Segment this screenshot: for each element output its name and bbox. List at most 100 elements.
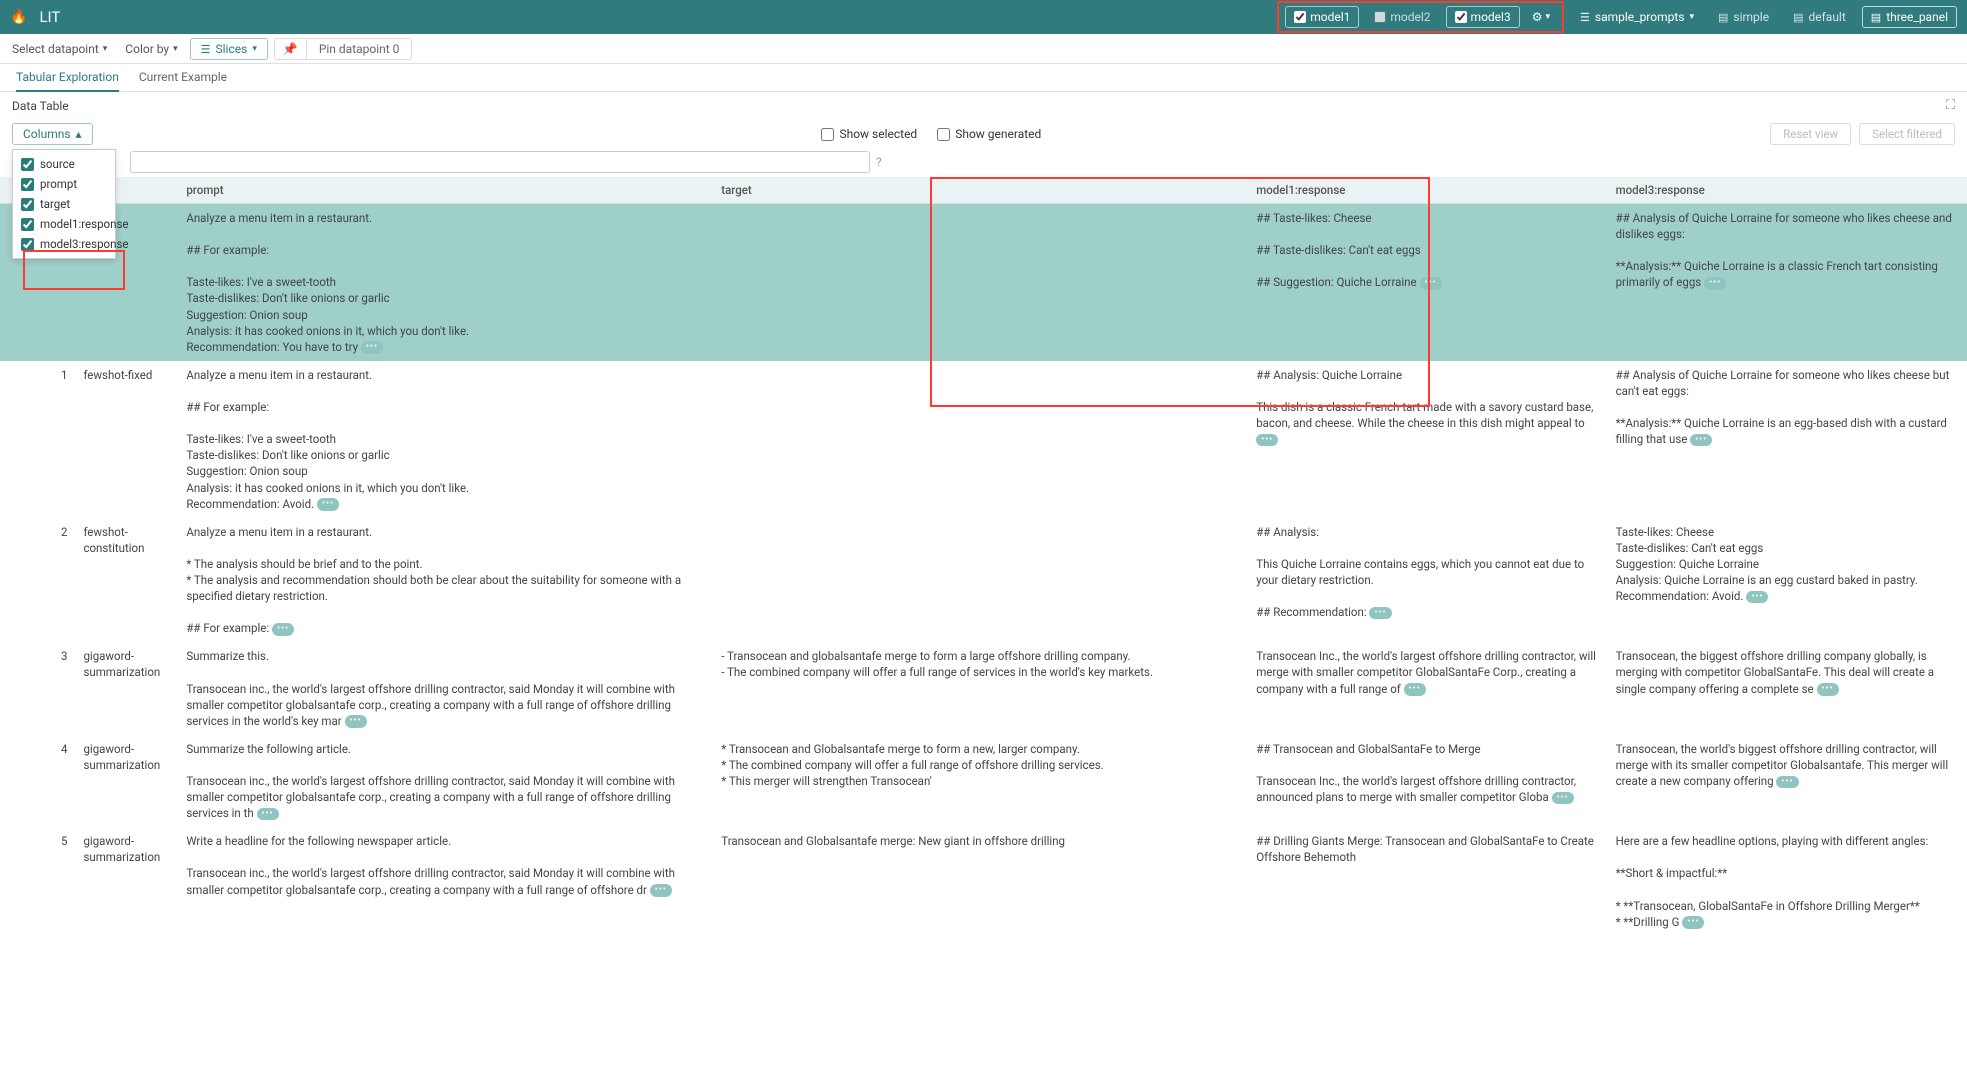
panel-header: Data Table ⛶	[0, 92, 1967, 119]
col-check-prompt[interactable]	[21, 178, 34, 191]
layout-simple-label: simple	[1733, 10, 1769, 24]
col-label: prompt	[40, 177, 77, 191]
select-filtered-button[interactable]: Select filtered	[1859, 123, 1955, 145]
layout-default[interactable]: default	[1785, 7, 1854, 27]
select-datapoint-dropdown[interactable]: Select datapoint	[6, 39, 113, 59]
cell-model1-response: ## Taste-likes: Cheese ## Taste-dislikes…	[1248, 204, 1607, 361]
expand-icon[interactable]: ⛶	[1946, 98, 1955, 113]
cell-model3-response: ## Analysis of Quiche Lorraine for someo…	[1608, 361, 1967, 518]
col-check-source[interactable]	[21, 158, 34, 171]
more-icon[interactable]	[1404, 683, 1426, 696]
search-row: ?	[0, 149, 1967, 177]
more-icon[interactable]	[1776, 776, 1798, 789]
model2-chip[interactable]: model2	[1365, 6, 1439, 28]
table-row[interactable]: Analyze a menu item in a restaurant. ## …	[0, 204, 1967, 361]
header-model1-response[interactable]: model1:response	[1248, 177, 1607, 204]
model1-checkbox[interactable]	[1294, 11, 1306, 23]
model2-label: model2	[1390, 10, 1430, 24]
header-prompt[interactable]: prompt	[178, 177, 713, 204]
show-generated-toggle[interactable]: Show generated	[937, 127, 1041, 141]
cell-model1-response: ## Analysis: Quiche Lorraine This dish i…	[1248, 361, 1607, 518]
tab-current-example[interactable]: Current Example	[139, 64, 227, 91]
layout-default-label: default	[1808, 10, 1845, 24]
layout-three-panel-label: three_panel	[1886, 10, 1948, 24]
cell-target	[713, 204, 1248, 361]
col-label: target	[40, 197, 70, 211]
more-icon[interactable]	[1746, 591, 1768, 604]
header-target[interactable]: target	[713, 177, 1248, 204]
slices-label: Slices	[216, 42, 248, 56]
show-generated-checkbox[interactable]	[937, 128, 950, 141]
cell-model1-response: ## Transocean and GlobalSantaFe to Merge…	[1248, 735, 1607, 827]
more-icon[interactable]	[361, 341, 383, 354]
table-row[interactable]: 3gigaword-summarizationSummarize this. T…	[0, 642, 1967, 734]
more-icon[interactable]	[272, 623, 294, 636]
slices-icon	[201, 42, 211, 56]
layout-simple[interactable]: simple	[1710, 7, 1777, 27]
columns-button[interactable]: Columns ▴	[12, 123, 93, 145]
cell-target	[713, 361, 1248, 518]
more-icon[interactable]	[345, 715, 367, 728]
more-icon[interactable]	[1256, 434, 1278, 447]
show-selected-checkbox[interactable]	[821, 128, 834, 141]
more-icon[interactable]	[1369, 607, 1391, 620]
cell-source: fewshot-constitution	[75, 518, 178, 643]
reset-view-button[interactable]: Reset view	[1770, 123, 1851, 145]
col-label: model3:response	[40, 237, 129, 251]
search-input[interactable]	[130, 151, 870, 173]
col-item-model3-response[interactable]: model3:response	[13, 234, 115, 254]
pin-datapoint-group[interactable]: 📌 Pin datapoint 0	[274, 38, 413, 60]
show-selected-toggle[interactable]: Show selected	[821, 127, 917, 141]
dataset-selector[interactable]: sample_prompts	[1572, 7, 1702, 27]
col-item-prompt[interactable]: prompt	[13, 174, 115, 194]
more-icon[interactable]	[1704, 277, 1726, 290]
columns-label: Columns	[23, 127, 71, 141]
col-item-source[interactable]: source	[13, 154, 115, 174]
settings-dropdown[interactable]: ⚙	[1526, 7, 1556, 27]
table-row[interactable]: 5gigaword-summarizationWrite a headline …	[0, 827, 1967, 936]
cell-model3-response: Here are a few headline options, playing…	[1608, 827, 1967, 936]
model3-checkbox[interactable]	[1455, 11, 1467, 23]
more-icon[interactable]	[317, 498, 339, 511]
more-icon[interactable]	[650, 884, 672, 897]
layout-icon	[1718, 10, 1728, 24]
col-item-target[interactable]: target	[13, 194, 115, 214]
more-icon[interactable]	[1420, 277, 1442, 290]
dataset-label: sample_prompts	[1595, 10, 1685, 24]
layout-icon	[1793, 10, 1803, 24]
slices-button[interactable]: Slices	[190, 38, 268, 60]
subbar: Select datapoint Color by Slices 📌 Pin d…	[0, 34, 1967, 64]
cell-index: 5	[0, 827, 75, 936]
more-icon[interactable]	[1682, 916, 1704, 929]
main-tabs: Tabular Exploration Current Example	[0, 64, 1967, 92]
tab-tabular-exploration[interactable]: Tabular Exploration	[16, 64, 119, 92]
more-icon[interactable]	[1552, 792, 1574, 805]
cell-model3-response: Taste-likes: Cheese Taste-dislikes: Can'…	[1608, 518, 1967, 643]
model3-label: model3	[1471, 10, 1511, 24]
col-check-model3-response[interactable]	[21, 238, 34, 251]
cell-index: 4	[0, 735, 75, 827]
col-check-target[interactable]	[21, 198, 34, 211]
help-icon[interactable]: ?	[876, 155, 882, 169]
model2-checkbox[interactable]	[1374, 11, 1386, 23]
cell-model3-response: Transocean, the world's biggest offshore…	[1608, 735, 1967, 827]
more-icon[interactable]	[1690, 434, 1712, 447]
col-check-model1-response[interactable]	[21, 218, 34, 231]
model1-chip[interactable]: model1	[1285, 6, 1359, 28]
model3-chip[interactable]: model3	[1446, 6, 1520, 28]
more-icon[interactable]	[257, 808, 279, 821]
cell-index: 3	[0, 642, 75, 734]
show-generated-label: Show generated	[955, 127, 1041, 141]
cell-prompt: Analyze a menu item in a restaurant. ## …	[178, 361, 713, 518]
header-model3-response[interactable]: model3:response	[1608, 177, 1967, 204]
col-item-model1-response[interactable]: model1:response	[13, 214, 115, 234]
table-row[interactable]: 4gigaword-summarizationSummarize the fol…	[0, 735, 1967, 827]
table-row[interactable]: 2fewshot-constitutionAnalyze a menu item…	[0, 518, 1967, 643]
cell-model1-response: ## Analysis: This Quiche Lorraine contai…	[1248, 518, 1607, 643]
cell-target: - Transocean and globalsantafe merge to …	[713, 642, 1248, 734]
chevron-up-icon: ▴	[76, 127, 82, 141]
layout-three-panel[interactable]: three_panel	[1862, 6, 1957, 28]
more-icon[interactable]	[1817, 683, 1839, 696]
color-by-dropdown[interactable]: Color by	[119, 39, 183, 59]
table-row[interactable]: 1fewshot-fixedAnalyze a menu item in a r…	[0, 361, 1967, 518]
